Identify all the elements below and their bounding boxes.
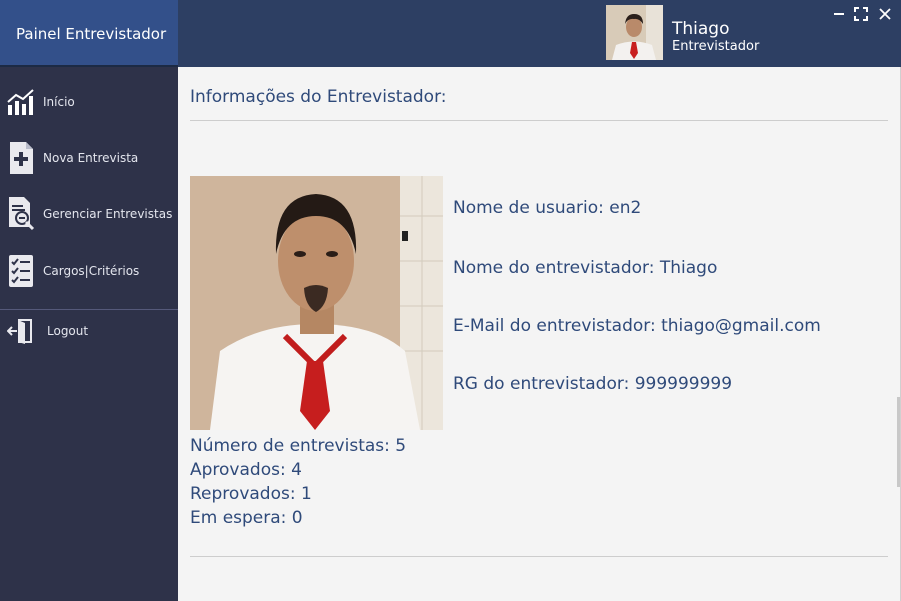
minimize-icon: [834, 13, 844, 15]
chart-icon: [5, 85, 37, 119]
minimize-button[interactable]: [830, 5, 848, 23]
profile-photo: [190, 176, 443, 430]
top-divider: [190, 120, 888, 121]
interviewer-rg-text: RG do entrevistador: 999999999: [453, 374, 733, 394]
scrollbar[interactable]: [897, 397, 900, 487]
maximize-icon: [854, 7, 868, 21]
main-panel: Informações do Entrevistador: Nome de us…: [178, 67, 901, 601]
add-document-icon: [5, 141, 37, 175]
user-name: Thiago: [672, 19, 730, 39]
close-icon: [879, 8, 891, 20]
sidebar-item-inicio[interactable]: Início: [0, 77, 178, 127]
sidebar: Início Nova Entrevista Gerenciar Entrevi: [0, 67, 178, 601]
close-button[interactable]: [876, 5, 894, 23]
username-text: Nome de usuario: en2: [453, 198, 642, 218]
approved-count-text: Aprovados: 4: [190, 460, 302, 480]
sidebar-item-label: Nova Entrevista: [43, 151, 139, 165]
user-role: Entrevistador: [672, 39, 760, 54]
page-title: Informações do Entrevistador:: [190, 87, 447, 107]
search-document-icon: [5, 197, 37, 231]
sidebar-item-cargos-criterios[interactable]: Cargos|Critérios: [0, 246, 178, 296]
waiting-count-text: Em espera: 0: [190, 508, 303, 528]
maximize-button[interactable]: [852, 5, 870, 23]
interviewer-email-text: E-Mail do entrevistador: thiago@gmail.co…: [453, 316, 821, 336]
sidebar-item-nova-entrevista[interactable]: Nova Entrevista: [0, 133, 178, 183]
sidebar-item-label: Início: [43, 95, 75, 109]
logout-icon: [5, 314, 37, 348]
sidebar-item-gerenciar-entrevistas[interactable]: Gerenciar Entrevistas: [0, 189, 178, 239]
interviewer-name-text: Nome do entrevistador: Thiago: [453, 258, 718, 278]
avatar[interactable]: [606, 5, 663, 60]
interview-count-text: Número de entrevistas: 5: [190, 436, 407, 456]
top-bar: Painel Entrevistador Thiago Entrevistado…: [0, 0, 901, 68]
sidebar-item-label: Cargos|Critérios: [43, 264, 140, 278]
sidebar-item-logout[interactable]: Logout: [0, 306, 178, 356]
rejected-count-text: Reprovados: 1: [190, 484, 312, 504]
checklist-icon: [5, 254, 37, 288]
bottom-divider: [190, 556, 888, 557]
app-title: Painel Entrevistador: [0, 0, 178, 67]
sidebar-item-label: Gerenciar Entrevistas: [43, 207, 173, 221]
sidebar-item-label: Logout: [47, 324, 89, 338]
